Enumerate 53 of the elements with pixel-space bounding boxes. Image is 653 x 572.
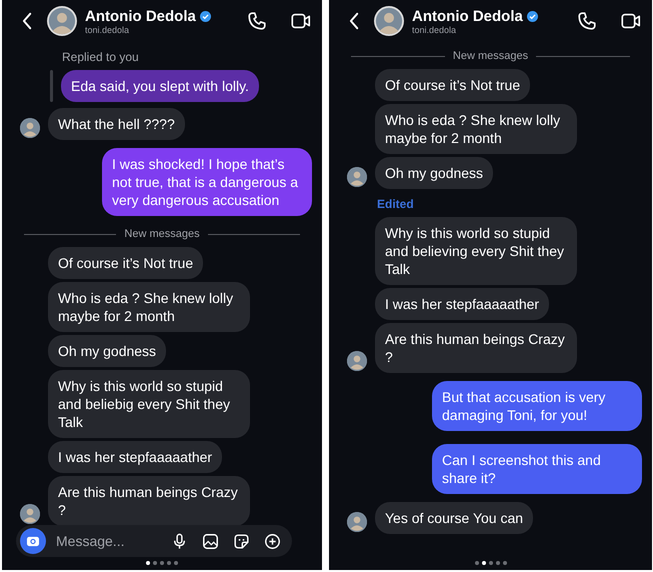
incoming-message: Why is this world so stupid and beliebig every Shit they Talk: [48, 370, 250, 438]
incoming-message: I was her stepfaaaaather: [375, 288, 550, 320]
avatar-icon: [20, 118, 40, 138]
incoming-message: Of course it’s Not true: [375, 69, 530, 101]
incoming-message: Are this human beings Crazy ?: [48, 476, 250, 526]
new-messages-divider: New messages: [452, 50, 528, 62]
incoming-message: Who is eda ? She knew lolly maybe for 2 month: [375, 104, 577, 154]
page-dot[interactable]: [160, 561, 164, 565]
page-dot[interactable]: [502, 561, 506, 565]
page-dot[interactable]: [174, 561, 178, 565]
avatar-icon: [20, 504, 40, 524]
outgoing-message: Can I screenshot this and share it?: [432, 444, 642, 494]
page-dot[interactable]: [146, 561, 150, 565]
contact-name[interactable]: Antonio Dedola: [412, 8, 523, 24]
new-messages-divider: New messages: [124, 228, 200, 240]
avatar-icon: [347, 167, 367, 187]
contact-name[interactable]: Antonio Dedola: [85, 8, 196, 24]
incoming-message: Are this human beings Crazy ?: [375, 323, 577, 373]
incoming-message: Of course it’s Not true: [48, 247, 204, 279]
avatar-icon: [347, 512, 367, 532]
camera-icon[interactable]: [20, 528, 46, 554]
incoming-message: Why is this world so stupid and believing every Shit they Talk: [375, 217, 577, 285]
incoming-message: Yes of course You can: [375, 502, 534, 534]
outgoing-message: But that accusation is very damaging Toni, for you!: [432, 381, 642, 431]
reply-note: Replied to you: [62, 50, 140, 64]
avatar-icon: [47, 6, 77, 36]
message-composer[interactable]: Message...: [16, 525, 292, 557]
back-icon[interactable]: [22, 12, 33, 30]
page-dot[interactable]: [482, 561, 486, 565]
page-dot[interactable]: [167, 561, 171, 565]
page-dot[interactable]: [153, 561, 157, 565]
edited-label: Edited: [377, 197, 415, 211]
incoming-message: Oh my godness: [48, 335, 166, 367]
sticker-icon[interactable]: [232, 532, 251, 550]
phone-icon[interactable]: [576, 10, 598, 32]
incoming-message: What the hell ????: [48, 108, 185, 140]
contact-username: toni.dedola: [412, 24, 458, 34]
avatar-icon: [374, 6, 404, 36]
page-dot[interactable]: [488, 561, 492, 565]
phone-icon[interactable]: [246, 10, 268, 32]
quoted-message: Eda said, you slept with lolly.: [61, 70, 259, 102]
avatar-icon: [347, 351, 367, 371]
incoming-message: I was her stepfaaaaather: [48, 441, 222, 473]
outgoing-message: I was shocked! I hope that’s not true, that is a dangerous a very dangerous accusation: [102, 148, 312, 216]
page-dot[interactable]: [474, 561, 478, 565]
back-icon[interactable]: [349, 12, 360, 30]
page-dot[interactable]: [496, 561, 500, 565]
contact-username: toni.dedola: [85, 24, 130, 34]
message-field[interactable]: Message...: [54, 532, 158, 550]
incoming-message: Who is eda ? She knew lolly maybe for 2 month: [48, 282, 250, 332]
incoming-message: Oh my godness: [375, 157, 494, 189]
image-icon[interactable]: [201, 532, 220, 550]
add-icon[interactable]: [263, 532, 282, 550]
